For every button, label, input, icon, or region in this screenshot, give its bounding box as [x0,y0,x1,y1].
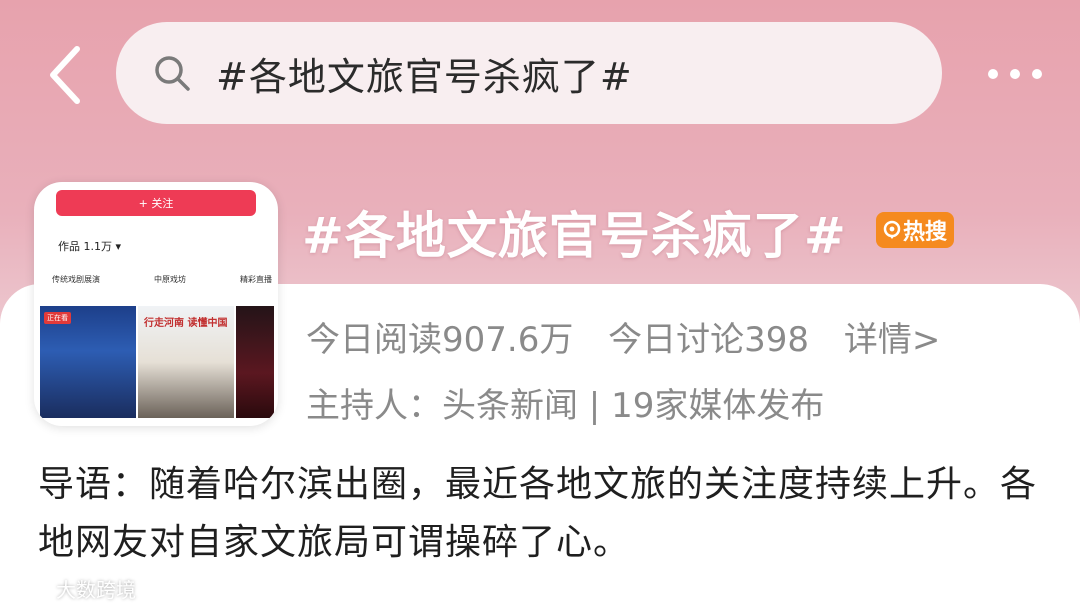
watermark-text: 大数跨境 [56,578,136,602]
back-button[interactable] [40,42,90,108]
thumbnail-works-count: 作品 1.1万 ▾ [58,240,122,253]
search-query-text: #各地文旅官号杀疯了# [216,54,633,99]
thumbnail-video-tile: 正在看 [40,306,136,418]
discussions-today: 今日讨论398 [608,320,810,360]
thumbnail-tile-tag: 正在看 [44,312,71,324]
thumbnail-tabs: 传统戏剧展演 中原戏坊 精彩直播 [52,274,278,285]
topic-thumbnail[interactable]: + 关注 作品 1.1万 ▾ 传统戏剧展演 中原戏坊 精彩直播 正在看 行走河南… [34,182,278,426]
topic-intro: 导语：随着哈尔滨出圈，最近各地文旅的关注度持续上升。各地网友对自家文旅局可谓操碎… [38,464,1038,563]
watermark-logo-icon [13,580,50,597]
search-icon [152,53,192,93]
search-input[interactable]: #各地文旅官号杀疯了# [116,22,942,124]
thumbnail-tab: 中原戏坊 [154,275,186,284]
topic-title: #各地文旅官号杀疯了# [302,207,847,265]
thumbnail-tab: 传统戏剧展演 [52,275,100,284]
thumbnail-tab: 精彩直播 [240,275,272,284]
watermark: 大数跨境 [12,574,136,603]
more-button[interactable] [970,52,1060,96]
top-bar: #各地文旅官号杀疯了# [0,0,1080,140]
thumbnail-video-row: 正在看 行走河南 读懂中国 [40,306,276,418]
reads-today: 今日阅读907.6万 [306,320,574,360]
detail-link[interactable]: 详情> [844,320,941,360]
flame-icon [883,220,901,239]
chevron-left-icon [50,46,80,104]
thumbnail-video-tile [236,306,274,418]
thumbnail-tile-caption: 行走河南 读懂中国 [144,318,228,329]
thumbnail-video-tile: 行走河南 读懂中国 [138,306,234,418]
more-dot [988,69,998,79]
more-dot [1032,69,1042,79]
host-info: 主持人：头条新闻 | 19家媒体发布 [306,386,825,426]
hot-badge-label: 热搜 [902,220,947,245]
more-dot [1010,69,1020,79]
topic-stats: 今日阅读907.6万 今日讨论398 详情> [306,312,940,361]
hot-badge: 热搜 [876,212,954,248]
thumbnail-follow-button: + 关注 [56,190,256,216]
